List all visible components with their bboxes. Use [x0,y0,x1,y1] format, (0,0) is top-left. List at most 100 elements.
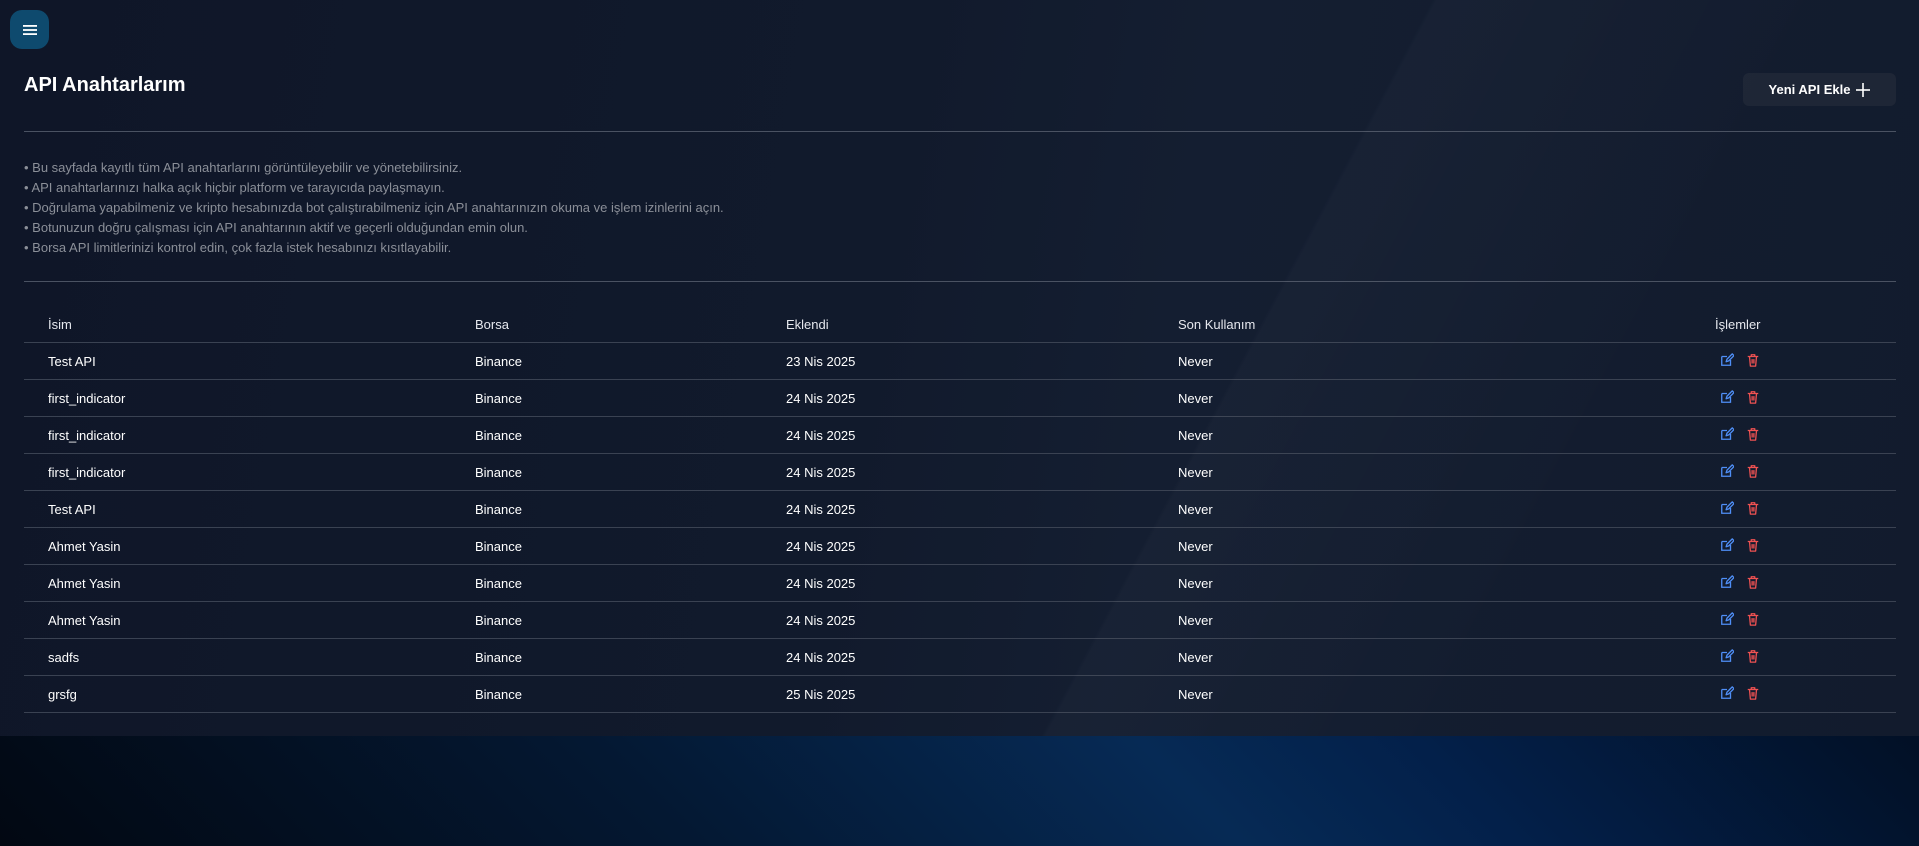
api-keys-table: İsim Borsa Eklendi Son Kullanım İşlemler… [24,306,1896,713]
edit-icon[interactable] [1720,538,1736,554]
trash-icon[interactable] [1746,390,1762,406]
row-actions [1715,390,1896,406]
cell-last-used: Never [1154,638,1691,676]
cell-exchange: Binance [451,416,762,454]
table-row: first_indicator Binance 24 Nis 2025 Never [24,453,1896,491]
cell-actions [1691,601,1896,639]
table-row: Ahmet Yasin Binance 24 Nis 2025 Never [24,527,1896,565]
cell-last-used: Never [1154,490,1691,528]
edit-icon[interactable] [1720,686,1736,702]
edit-icon[interactable] [1720,390,1736,406]
trash-icon[interactable] [1746,612,1762,628]
table-row: Test API Binance 24 Nis 2025 Never [24,490,1896,528]
edit-icon[interactable] [1720,649,1736,665]
cell-actions [1691,638,1896,676]
cell-added: 24 Nis 2025 [762,379,1154,417]
table-header-row: İsim Borsa Eklendi Son Kullanım İşlemler [24,306,1896,343]
info-note: Botunuzun doğru çalışması için API anaht… [24,218,724,238]
cell-exchange: Binance [451,490,762,528]
trash-icon[interactable] [1746,353,1762,369]
cell-actions [1691,379,1896,417]
cell-last-used: Never [1154,564,1691,602]
menu-button[interactable] [10,10,49,49]
edit-icon[interactable] [1720,427,1736,443]
cell-name: Test API [24,342,451,380]
cell-last-used: Never [1154,453,1691,491]
table-row: Ahmet Yasin Binance 24 Nis 2025 Never [24,601,1896,639]
cell-actions [1691,527,1896,565]
cell-added: 24 Nis 2025 [762,527,1154,565]
cell-actions [1691,490,1896,528]
cell-added: 24 Nis 2025 [762,601,1154,639]
cell-name: Ahmet Yasin [24,527,451,565]
edit-icon[interactable] [1720,575,1736,591]
cell-last-used: Never [1154,527,1691,565]
row-actions [1715,575,1896,591]
cell-added: 23 Nis 2025 [762,342,1154,380]
cell-name: first_indicator [24,379,451,417]
cell-exchange: Binance [451,379,762,417]
trash-icon[interactable] [1746,464,1762,480]
row-actions [1715,353,1896,369]
info-note: Doğrulama yapabilmeniz ve kripto hesabın… [24,198,724,218]
cell-added: 25 Nis 2025 [762,675,1154,713]
cell-last-used: Never [1154,601,1691,639]
trash-icon[interactable] [1746,649,1762,665]
cell-exchange: Binance [451,638,762,676]
cell-added: 24 Nis 2025 [762,416,1154,454]
info-notes: Bu sayfada kayıtlı tüm API anahtarlarını… [24,158,724,258]
column-header-exchange: Borsa [451,306,762,343]
cell-actions [1691,453,1896,491]
header-divider [24,131,1896,132]
cell-exchange: Binance [451,453,762,491]
edit-icon[interactable] [1720,353,1736,369]
page-title: API Anahtarlarım [24,74,186,96]
column-header-added: Eklendi [762,306,1154,343]
api-keys-table-container: İsim Borsa Eklendi Son Kullanım İşlemler… [24,306,1896,713]
cell-last-used: Never [1154,342,1691,380]
table-row: first_indicator Binance 24 Nis 2025 Never [24,416,1896,454]
cell-actions [1691,342,1896,380]
cell-added: 24 Nis 2025 [762,453,1154,491]
add-api-button[interactable]: Yeni API Ekle [1743,73,1896,106]
cell-actions [1691,675,1896,713]
cell-name: first_indicator [24,416,451,454]
cell-exchange: Binance [451,564,762,602]
row-actions [1715,464,1896,480]
table-body: Test API Binance 23 Nis 2025 Never first_ind… [24,342,1896,713]
info-note: Bu sayfada kayıtlı tüm API anahtarlarını… [24,158,724,178]
info-note: Borsa API limitlerinizi kontrol edin, ço… [24,238,724,258]
cell-added: 24 Nis 2025 [762,490,1154,528]
cell-name: Test API [24,490,451,528]
table-row: Test API Binance 23 Nis 2025 Never [24,342,1896,380]
column-header-actions: İşlemler [1691,306,1896,343]
info-divider [24,281,1896,282]
cell-actions [1691,564,1896,602]
edit-icon[interactable] [1720,612,1736,628]
cell-last-used: Never [1154,675,1691,713]
edit-icon[interactable] [1720,464,1736,480]
trash-icon[interactable] [1746,501,1762,517]
cell-exchange: Binance [451,527,762,565]
column-header-last-used: Son Kullanım [1154,306,1691,343]
table-row: grsfg Binance 25 Nis 2025 Never [24,675,1896,713]
cell-name: first_indicator [24,453,451,491]
cell-last-used: Never [1154,416,1691,454]
cell-name: sadfs [24,638,451,676]
trash-icon[interactable] [1746,575,1762,591]
trash-icon[interactable] [1746,686,1762,702]
row-actions [1715,649,1896,665]
trash-icon[interactable] [1746,427,1762,443]
row-actions [1715,427,1896,443]
add-api-button-label: Yeni API Ekle [1768,82,1851,97]
table-row: sadfs Binance 24 Nis 2025 Never [24,638,1896,676]
cell-exchange: Binance [451,601,762,639]
cell-added: 24 Nis 2025 [762,564,1154,602]
trash-icon[interactable] [1746,538,1762,554]
column-header-name: İsim [24,306,451,343]
row-actions [1715,612,1896,628]
cell-exchange: Binance [451,342,762,380]
edit-icon[interactable] [1720,501,1736,517]
row-actions [1715,686,1896,702]
cell-last-used: Never [1154,379,1691,417]
